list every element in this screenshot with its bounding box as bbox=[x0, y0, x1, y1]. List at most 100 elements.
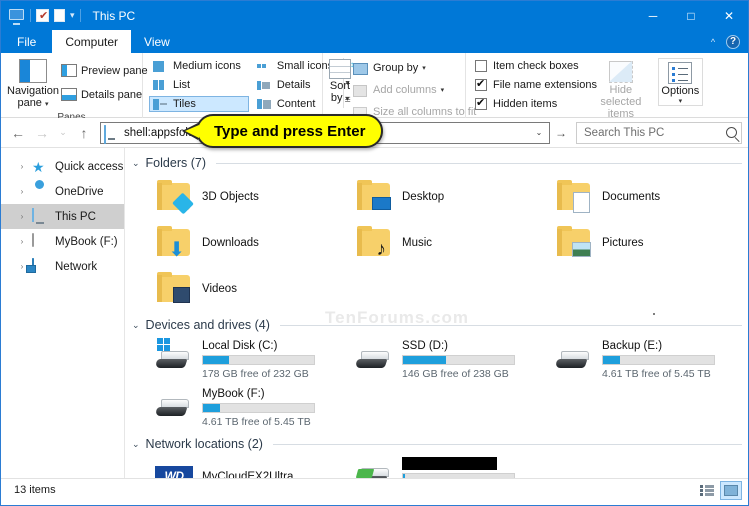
ribbon-group-show-hide: Item check boxes File name extensions Hi… bbox=[466, 53, 709, 132]
tab-view[interactable]: View bbox=[131, 30, 183, 53]
list-item[interactable]: ♪ Music bbox=[343, 220, 543, 266]
recent-locations-button[interactable]: ⌄ bbox=[55, 122, 71, 144]
maximize-button[interactable]: □ bbox=[672, 1, 710, 30]
chevron-down-icon[interactable]: ⌄ bbox=[132, 320, 140, 331]
close-button[interactable]: ✕ bbox=[710, 1, 748, 30]
callout-tail bbox=[185, 125, 199, 138]
main-area: › ★ Quick access › OneDrive › This PC › … bbox=[1, 148, 748, 478]
checkbox-checked-icon[interactable] bbox=[475, 78, 487, 91]
sidebar-item-onedrive[interactable]: › OneDrive bbox=[1, 179, 124, 204]
chevron-up-icon[interactable]: ^ bbox=[708, 37, 718, 47]
sort-by-label-1: Sort bbox=[329, 80, 351, 92]
list-item[interactable]: Documents bbox=[543, 174, 743, 220]
size-all-columns-label: Size all columns to fit bbox=[373, 106, 477, 118]
new-folder-icon[interactable] bbox=[54, 9, 65, 22]
details-view-button[interactable] bbox=[696, 481, 718, 500]
sidebar-item-network[interactable]: › Network bbox=[1, 254, 124, 279]
group-header-devices-and-drives[interactable]: ⌄ Devices and drives (4) bbox=[125, 314, 748, 336]
sort-by-label-2: by ▾ bbox=[330, 92, 350, 104]
group-by-button[interactable]: Group by ▾ bbox=[351, 58, 481, 78]
list-item[interactable]: SSD (D:) 146 GB free of 238 GB bbox=[343, 336, 543, 384]
item-name: Music bbox=[402, 237, 433, 249]
chevron-right-icon[interactable]: › bbox=[15, 162, 29, 171]
checkbox-hidden-items[interactable]: Hidden items bbox=[472, 96, 594, 112]
sidebar-item-label: OneDrive bbox=[55, 185, 104, 198]
item-name: SSD (D:) bbox=[402, 340, 448, 352]
search-input[interactable]: Search This PC bbox=[576, 121, 742, 144]
ribbon-group-layout: Medium icons List Tiles Small icons Deta… bbox=[143, 53, 351, 124]
chevron-down-icon[interactable]: ⌄ bbox=[132, 158, 140, 169]
chevron-right-icon[interactable]: › bbox=[15, 212, 29, 221]
details-pane-button[interactable]: Details pane bbox=[59, 85, 153, 105]
divider bbox=[215, 162, 742, 164]
item-name-redacted: P bbox=[402, 456, 497, 470]
list-item[interactable]: P 7.12 TB free of 7.21 TB bbox=[343, 455, 543, 478]
navigation-pane-button[interactable]: Navigation pane ▾ bbox=[7, 56, 59, 111]
list-item[interactable]: MyBook (F:) 4.61 TB free of 5.45 TB bbox=[143, 384, 343, 432]
capacity-bar bbox=[202, 355, 315, 365]
navigation-pane-label-2: pane ▾ bbox=[17, 97, 49, 109]
hide-selected-label-1: Hide selected bbox=[600, 84, 642, 108]
chevron-down-icon[interactable]: ⌄ bbox=[132, 439, 140, 450]
layout-list[interactable]: List bbox=[149, 77, 249, 93]
go-button[interactable]: → bbox=[552, 122, 570, 144]
item-name: Pictures bbox=[602, 237, 644, 249]
options-caret[interactable]: ▾ bbox=[679, 97, 683, 105]
ribbon-group-current-view: ↕ Sort by ▾ Group by ▾ Add columns ▾ Siz… bbox=[323, 53, 476, 134]
help-icon[interactable]: ? bbox=[726, 34, 740, 49]
sort-by-button[interactable]: ↕ Sort by ▾ bbox=[329, 56, 354, 106]
window-system-icon[interactable] bbox=[9, 8, 25, 23]
list-item[interactable]: WD MyCloudEX2Ultra bbox=[143, 455, 343, 478]
up-button[interactable]: ↑ bbox=[73, 122, 95, 144]
list-item[interactable]: Videos bbox=[143, 266, 343, 312]
list-item[interactable]: Local Disk (C:) 178 GB free of 232 GB bbox=[143, 336, 343, 384]
tab-computer[interactable]: Computer bbox=[52, 30, 132, 53]
checkbox-item-check-boxes[interactable]: Item check boxes bbox=[472, 58, 594, 74]
customize-qat-caret[interactable]: ▾ bbox=[70, 10, 75, 21]
list-item[interactable]: Backup (E:) 4.61 TB free of 5.45 TB bbox=[543, 336, 743, 384]
layout-medium-icons[interactable]: Medium icons bbox=[149, 58, 249, 74]
sidebar-item-this-pc[interactable]: › This PC bbox=[1, 204, 124, 229]
large-icons-view-button[interactable] bbox=[720, 480, 742, 500]
this-pc-icon bbox=[32, 207, 49, 225]
preview-pane-button[interactable]: Preview pane bbox=[59, 61, 153, 81]
list-item[interactable]: Pictures bbox=[543, 220, 743, 266]
item-name: Local Disk (C:) bbox=[202, 340, 278, 352]
group-by-icon bbox=[353, 61, 369, 76]
checkbox-checked-icon[interactable] bbox=[475, 97, 487, 110]
list-item[interactable]: Desktop bbox=[343, 174, 543, 220]
ribbon-tab-right-controls: ^ ? bbox=[708, 30, 744, 53]
group-by-caret: ▾ bbox=[422, 65, 426, 72]
properties-icon[interactable]: ✔ bbox=[36, 9, 49, 22]
status-item-count: 13 items bbox=[14, 484, 56, 496]
content-pane: TenForums.com ⌄ Folders (7) 3D Objects D… bbox=[125, 148, 748, 478]
item-capacity: 4.61 TB free of 5.45 TB bbox=[602, 368, 711, 380]
group-header-network-locations[interactable]: ⌄ Network locations (2) bbox=[125, 433, 748, 455]
address-dropdown-caret[interactable]: ⌄ bbox=[531, 123, 547, 143]
minimize-button[interactable]: ─ bbox=[634, 1, 672, 30]
content-icon bbox=[256, 98, 272, 111]
group-header-label: Folders (7) bbox=[145, 156, 206, 170]
callout-text: Type and press Enter bbox=[214, 122, 366, 140]
options-button[interactable]: Options ▾ bbox=[657, 58, 703, 106]
list-item[interactable]: 3D Objects bbox=[143, 174, 343, 220]
options-icon bbox=[668, 62, 693, 84]
checkbox-icon[interactable] bbox=[475, 60, 487, 72]
medium-icons-icon bbox=[153, 60, 168, 73]
checkbox-file-name-extensions[interactable]: File name extensions bbox=[472, 77, 597, 93]
chevron-right-icon[interactable]: › bbox=[15, 187, 29, 196]
tab-file[interactable]: File bbox=[1, 30, 53, 53]
layout-tiles-label: Tiles bbox=[173, 98, 196, 110]
group-header-folders[interactable]: ⌄ Folders (7) bbox=[125, 152, 748, 174]
divider bbox=[279, 324, 742, 326]
list-item[interactable]: ⬇ Downloads bbox=[143, 220, 343, 266]
search-icon[interactable] bbox=[726, 127, 737, 138]
hidden-items-label: Hidden items bbox=[493, 98, 558, 110]
hide-selected-items-button: Hide selected items bbox=[594, 58, 648, 120]
chevron-right-icon[interactable]: › bbox=[15, 237, 29, 246]
window-controls: ─ □ ✕ bbox=[634, 1, 748, 30]
layout-tiles[interactable]: Tiles bbox=[149, 96, 249, 112]
sidebar-item-quick-access[interactable]: › ★ Quick access bbox=[1, 154, 124, 179]
sidebar-item-mybook[interactable]: › MyBook (F:) bbox=[1, 229, 124, 254]
back-button[interactable]: ← bbox=[7, 122, 29, 144]
